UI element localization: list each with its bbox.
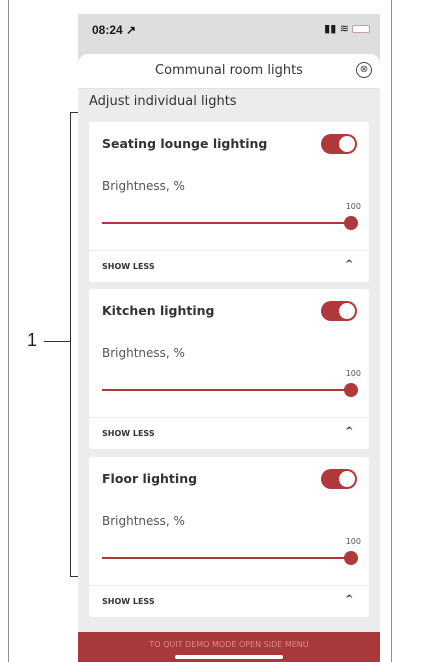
signal-wifi-icon: ▮▮ ≋ xyxy=(324,22,349,35)
light-name: Seating lounge lighting xyxy=(102,136,268,151)
close-icon[interactable]: ⊗ xyxy=(356,62,372,78)
brightness-slider[interactable] xyxy=(102,216,358,230)
light-card-kitchen: Kitchen lighting Brightness, % 100 SHOW … xyxy=(89,289,369,449)
status-time: 08:24 ↗ xyxy=(92,23,137,37)
light-card-seating-lounge: Seating lounge lighting Brightness, % 10… xyxy=(89,122,369,282)
slider-thumb[interactable] xyxy=(344,551,358,565)
brightness-value: 100 xyxy=(345,202,361,211)
sheet-header: Communal room lights ⊗ xyxy=(78,54,380,89)
brightness-slider[interactable] xyxy=(102,383,358,397)
chevron-up-icon[interactable]: ^ xyxy=(345,426,353,437)
show-less-button[interactable]: SHOW LESS xyxy=(102,597,155,606)
brightness-label: Brightness, % xyxy=(102,514,185,528)
light-toggle[interactable] xyxy=(321,134,357,154)
slider-fill xyxy=(102,389,351,391)
demo-mode-text: TO QUIT DEMO MODE OPEN SIDE MENU xyxy=(149,640,309,649)
chevron-up-icon[interactable]: ^ xyxy=(345,594,353,605)
light-toggle[interactable] xyxy=(321,301,357,321)
slider-thumb[interactable] xyxy=(344,383,358,397)
slider-fill xyxy=(102,557,351,559)
brightness-slider[interactable] xyxy=(102,551,358,565)
toggle-knob xyxy=(339,471,355,487)
battery-icon xyxy=(352,24,370,33)
section-title: Adjust individual lights xyxy=(89,94,237,109)
status-icons: ▮▮ ≋ xyxy=(324,22,370,35)
lights-sheet: Communal room lights ⊗ Adjust individual… xyxy=(78,54,380,662)
card-divider xyxy=(89,585,369,586)
page-title: Communal room lights xyxy=(155,63,303,78)
show-less-button[interactable]: SHOW LESS xyxy=(102,429,155,438)
callout-number: 1 xyxy=(27,330,38,350)
slider-thumb[interactable] xyxy=(344,216,358,230)
callout-leader-line xyxy=(44,341,70,342)
brightness-label: Brightness, % xyxy=(102,179,185,193)
home-indicator xyxy=(175,655,283,659)
demo-mode-bar: TO QUIT DEMO MODE OPEN SIDE MENU xyxy=(78,632,380,662)
light-name: Floor lighting xyxy=(102,471,198,486)
card-divider xyxy=(89,417,369,418)
light-toggle[interactable] xyxy=(321,469,357,489)
brightness-value: 100 xyxy=(345,369,361,378)
card-divider xyxy=(89,250,369,251)
brightness-label: Brightness, % xyxy=(102,346,185,360)
show-less-button[interactable]: SHOW LESS xyxy=(102,262,155,271)
light-name: Kitchen lighting xyxy=(102,303,215,318)
toggle-knob xyxy=(339,136,355,152)
light-card-floor: Floor lighting Brightness, % 100 SHOW LE… xyxy=(89,457,369,617)
status-bar: 08:24 ↗ ▮▮ ≋ xyxy=(78,14,380,54)
toggle-knob xyxy=(339,303,355,319)
slider-fill xyxy=(102,222,351,224)
chevron-up-icon[interactable]: ^ xyxy=(345,259,353,270)
brightness-value: 100 xyxy=(345,537,361,546)
phone-screen: 08:24 ↗ ▮▮ ≋ Communal room lights ⊗ Adju… xyxy=(78,14,380,662)
